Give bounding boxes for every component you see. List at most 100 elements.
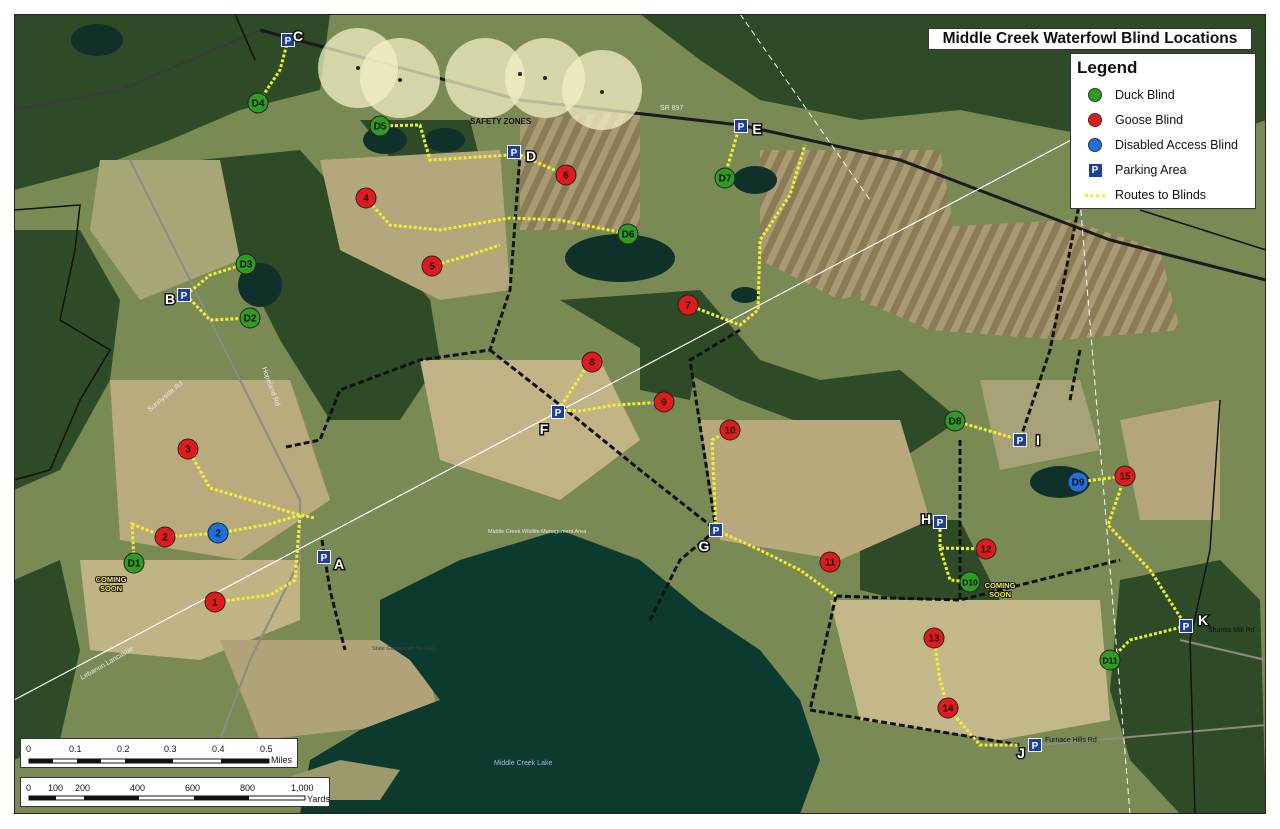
goose-blind-10[interactable]: 10 bbox=[719, 419, 741, 441]
scale-tick: 200 bbox=[75, 783, 91, 793]
scale-tick: 0.3 bbox=[164, 744, 177, 754]
road-label: SR 897 bbox=[660, 105, 683, 112]
blind-label: D3 bbox=[240, 260, 253, 271]
blind-label: D6 bbox=[622, 230, 635, 241]
goose-blind-8[interactable]: 8 bbox=[581, 351, 603, 373]
disabled-access-icon bbox=[1088, 138, 1102, 152]
parking-icon: P bbox=[181, 291, 188, 302]
blind-label: D2 bbox=[244, 314, 257, 325]
parking-label: E bbox=[752, 121, 761, 137]
blind-label: 2 bbox=[162, 533, 168, 544]
duck-blind-icon bbox=[1088, 88, 1102, 102]
parking-label: I bbox=[1036, 432, 1040, 448]
legend-item-goose-blind: Goose Blind bbox=[1085, 111, 1183, 129]
blind-label: 13 bbox=[928, 634, 940, 645]
goose-blind-9[interactable]: 9 bbox=[653, 391, 675, 413]
scale-bar-yards: 0 100 200 400 600 800 1,000 Yards bbox=[20, 777, 330, 807]
blind-label: 12 bbox=[980, 545, 992, 556]
duck-blind-D6[interactable]: D6 bbox=[617, 223, 639, 245]
blind-label: D5 bbox=[374, 122, 387, 133]
parking-icon: P bbox=[1087, 162, 1103, 178]
goose-blind-12[interactable]: 12 bbox=[975, 538, 997, 560]
parking-label: K bbox=[1198, 612, 1208, 628]
parking-label: F bbox=[540, 421, 549, 437]
legend-heading: Legend bbox=[1077, 58, 1138, 77]
scale-tick: 0 bbox=[26, 744, 32, 754]
parking-icon: P bbox=[937, 518, 944, 529]
blind-label: 15 bbox=[1119, 472, 1131, 483]
disabled-blind-2[interactable]: 2 bbox=[207, 522, 229, 544]
legend-label: Duck Blind bbox=[1115, 88, 1175, 102]
goose-blind-14[interactable]: 14 bbox=[937, 697, 959, 719]
legend-label: Goose Blind bbox=[1115, 113, 1184, 127]
legend: Legend Duck Blind Goose Blind Disabled A… bbox=[1070, 53, 1256, 209]
blind-label: 14 bbox=[942, 704, 954, 715]
parking-icon: P bbox=[285, 36, 292, 47]
coming-soon-label: COMING bbox=[96, 575, 127, 584]
disabled-blind-D9[interactable]: D9 bbox=[1067, 471, 1089, 493]
legend-item-duck-blind: Duck Blind bbox=[1085, 86, 1175, 104]
scale-tick: 400 bbox=[130, 783, 146, 793]
goose-blind-7[interactable]: 7 bbox=[677, 294, 699, 316]
blind-label: 10 bbox=[724, 426, 736, 437]
goose-blind-3[interactable]: 3 bbox=[177, 438, 199, 460]
blind-label: D1 bbox=[128, 559, 141, 570]
parking-icon: P bbox=[738, 122, 745, 133]
goose-blind-2[interactable]: 2 bbox=[154, 526, 176, 548]
goose-blind-6[interactable]: 6 bbox=[555, 164, 577, 186]
safety-zones-label: SAFETY ZONES bbox=[470, 117, 532, 126]
legend-item-routes: Routes to Blinds bbox=[1085, 186, 1206, 204]
scale-bar-miles: 0 0.1 0.2 0.3 0.4 0.5 Miles bbox=[20, 738, 298, 768]
scale-tick: 0.2 bbox=[117, 744, 130, 754]
parking-icon: P bbox=[1017, 436, 1024, 447]
scale-tick: 100 bbox=[48, 783, 64, 793]
blind-label: 2 bbox=[215, 529, 221, 540]
duck-blind-D5[interactable]: D5 bbox=[369, 115, 391, 137]
goose-blind-4[interactable]: 4 bbox=[355, 187, 377, 209]
blind-label: 6 bbox=[563, 171, 569, 182]
goose-blind-13[interactable]: 13 bbox=[923, 627, 945, 649]
duck-blind-D8[interactable]: D8 bbox=[944, 410, 966, 432]
duck-blind-D1[interactable]: D1 bbox=[123, 552, 145, 574]
blind-label: 8 bbox=[589, 358, 595, 369]
parking-area-i[interactable]: PI bbox=[1013, 431, 1041, 450]
scale-tick: 1,000 bbox=[291, 783, 314, 793]
scale-tick: 0.1 bbox=[69, 744, 82, 754]
scale-tick: 0.5 bbox=[260, 744, 273, 754]
goose-blind-1[interactable]: 1 bbox=[204, 591, 226, 613]
legend-label: Disabled Access Blind bbox=[1115, 138, 1238, 152]
blind-label: D8 bbox=[949, 417, 962, 428]
wma-label: Middle Creek Wildlife Management Area bbox=[488, 529, 587, 535]
scale-tick: 800 bbox=[240, 783, 256, 793]
parking-label: H bbox=[921, 511, 931, 527]
road-label: Furnace Hills Rd bbox=[1045, 737, 1097, 744]
blind-label: D10 bbox=[962, 578, 978, 588]
blind-label: D9 bbox=[1072, 478, 1085, 489]
goose-blind-11[interactable]: 11 bbox=[819, 551, 841, 573]
blind-label: 5 bbox=[429, 262, 435, 273]
scale-tick: 0 bbox=[26, 783, 32, 793]
goose-blind-icon bbox=[1088, 113, 1102, 127]
goose-blind-5[interactable]: 5 bbox=[421, 255, 443, 277]
duck-blind-D2[interactable]: D2 bbox=[239, 307, 261, 329]
parking-label: J bbox=[1017, 745, 1025, 761]
blind-label: 9 bbox=[661, 398, 667, 409]
duck-blind-D10[interactable]: D10 bbox=[959, 571, 981, 593]
parking-icon: P bbox=[321, 553, 328, 564]
goose-blind-15[interactable]: 15 bbox=[1114, 465, 1136, 487]
parking-label: D bbox=[526, 148, 536, 164]
blind-label: D11 bbox=[1102, 656, 1117, 666]
scale-unit: Yards bbox=[307, 794, 330, 804]
blind-label: 1 bbox=[212, 598, 218, 609]
scale-unit: Miles bbox=[271, 755, 293, 765]
duck-blind-D4[interactable]: D4 bbox=[247, 92, 269, 114]
blind-label: 3 bbox=[185, 445, 191, 456]
route-line-icon bbox=[1085, 193, 1105, 197]
duck-blind-D7[interactable]: D7 bbox=[714, 167, 736, 189]
coming-soon-label: COMING bbox=[985, 581, 1016, 590]
legend-item-parking: P Parking Area bbox=[1085, 161, 1187, 179]
legend-label: Parking Area bbox=[1115, 163, 1187, 177]
parking-label: C bbox=[293, 28, 303, 44]
duck-blind-D11[interactable]: D11 bbox=[1099, 649, 1121, 671]
duck-blind-D3[interactable]: D3 bbox=[235, 253, 257, 275]
